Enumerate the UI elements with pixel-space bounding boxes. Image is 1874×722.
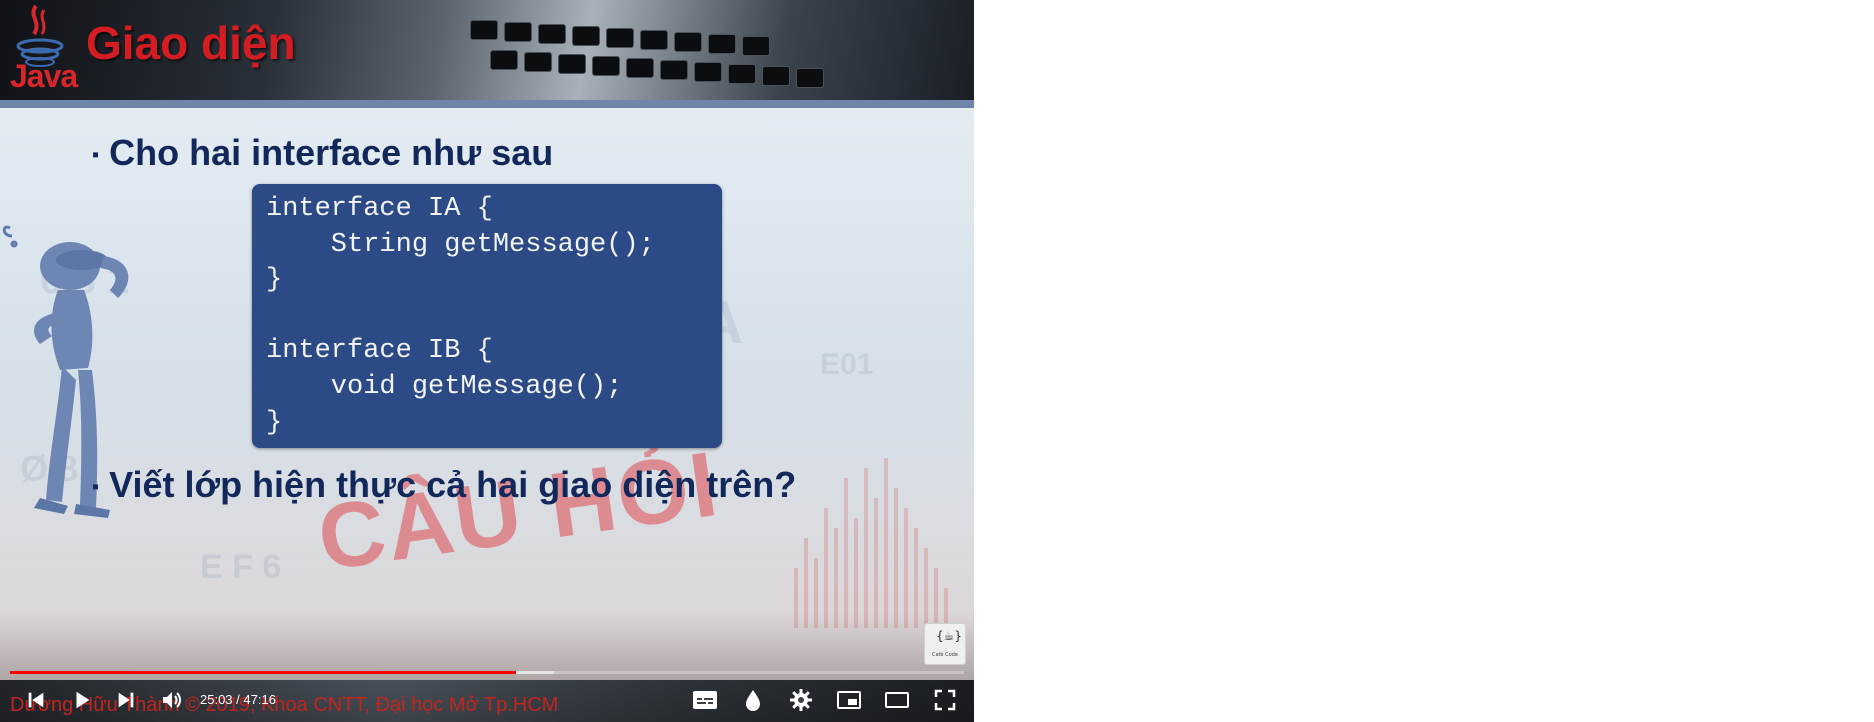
subtitles-icon [693,691,717,709]
miniplayer-button[interactable] [832,684,866,716]
channel-watermark-label: Café Code [932,652,958,658]
slide-content: 6 8 1 Ø 8 A E01 E F 6 CÂU HỎI [0,108,974,688]
skip-next-icon [118,692,134,708]
bullet-question: ▪ Viết lớp hiện thực cả hai giao diện trê… [92,464,797,505]
bullet-intro: ▪ Cho hai interface như sau [92,132,554,173]
volume-icon [163,692,181,708]
slide-divider [0,100,974,108]
fullscreen-button[interactable] [928,684,962,716]
settings-button[interactable] [784,684,818,716]
mute-button[interactable] [156,684,188,716]
java-logo-text: Java [10,58,78,94]
code-block: interface IA { String getMessage(); } in… [252,184,722,448]
drop-icon [746,690,760,711]
time-separator: / [232,692,244,707]
duration: 47:16 [243,692,276,707]
question-stamp: CÂU HỎI [312,432,725,590]
video-player[interactable]: Java Giao diện 6 8 1 Ø 8 A E01 E F 6 CÂU… [0,0,974,722]
skip-back-icon [28,692,44,708]
next-button[interactable] [110,684,142,716]
theater-mode-icon [885,692,909,708]
subtitles-button[interactable] [688,684,722,716]
bullet-question-text: Viết lớp hiện thực cả hai giao diện trên… [109,464,797,505]
coffee-cup-icon: {☕} [936,629,963,643]
play-icon [76,691,90,709]
theater-mode-button[interactable] [880,684,914,716]
background-bars [784,448,974,628]
progress-bar[interactable] [10,671,964,674]
channel-watermark[interactable]: {☕} Café Code [924,623,966,665]
ambient-button[interactable] [736,684,770,716]
slide-title: Giao diện [86,17,296,69]
current-time: 25:03 [200,692,233,707]
time-display: 25:03 / 47:16 [200,690,276,710]
miniplayer-icon [837,691,861,709]
slide-banner: Java Giao diện [0,0,974,100]
previous-button[interactable] [20,684,52,716]
settings-gear-icon [790,689,812,711]
bullet-intro-text: Cho hai interface như sau [109,132,554,173]
fullscreen-icon [934,689,956,711]
code-text: interface IA { String getMessage(); } in… [266,194,655,438]
play-button[interactable] [66,684,98,716]
progress-played [10,671,516,674]
